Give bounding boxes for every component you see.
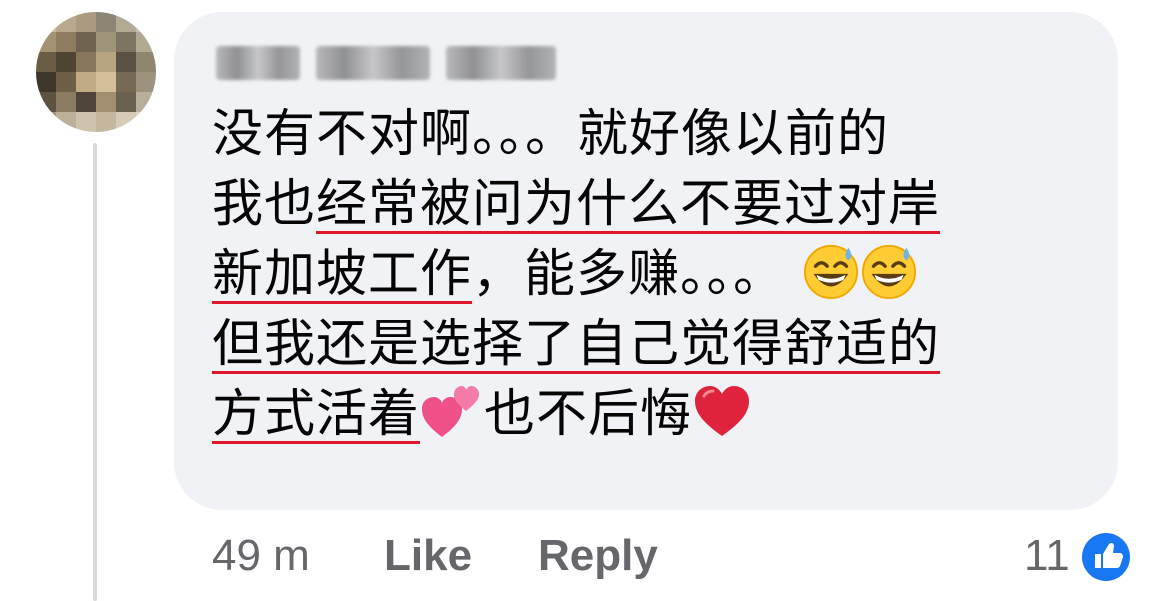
commenter-avatar[interactable] (36, 12, 156, 132)
grinning-sweat-emoji (802, 242, 860, 300)
like-reaction-icon[interactable] (1078, 529, 1134, 585)
reaction-count[interactable]: 11 (1024, 531, 1070, 581)
comment-text-segment: 我也 (212, 175, 317, 234)
author-name-redacted[interactable] (216, 40, 556, 86)
reply-thread-line (93, 143, 97, 601)
two-hearts-emoji (420, 381, 484, 441)
like-button[interactable]: Like (384, 531, 472, 581)
underlined-text: 新加坡工作 (212, 245, 473, 304)
comment-line-1: 没有不对啊。。。就好像以前的 (212, 100, 1092, 170)
grinning-sweat-emoji (860, 242, 918, 300)
red-heart-emoji (692, 382, 752, 440)
comment-line-5: 方式活着 也不后悔 (212, 380, 1092, 450)
comment-text: 没有不对啊。。。就好像以前的 我也经常被问为什么不要过对岸 新加坡工作，能多赚。… (212, 100, 1092, 450)
comment-actions: 49 m Like Reply 11 (212, 525, 1152, 589)
timestamp-link[interactable]: 49 m (212, 531, 310, 581)
reply-button[interactable]: Reply (538, 531, 658, 581)
comment-text-segment: 也不后悔 (484, 385, 693, 444)
comment-text-segment: ，能多赚。。。 (472, 245, 786, 304)
underlined-text: 经常被问为什么不要过对岸 (316, 175, 941, 234)
comment-text-segment: 没有不对啊。。。就好像以前的 (212, 105, 890, 164)
comment-line-2: 我也经常被问为什么不要过对岸 (212, 170, 1092, 240)
underlined-text: 但我还是选择了自己觉得舒适的 (212, 315, 941, 374)
comment-line-3: 新加坡工作，能多赚。。。 (212, 240, 1092, 310)
comment-line-4: 但我还是选择了自己觉得舒适的 (212, 310, 1092, 380)
underlined-text: 方式活着 (212, 385, 421, 444)
